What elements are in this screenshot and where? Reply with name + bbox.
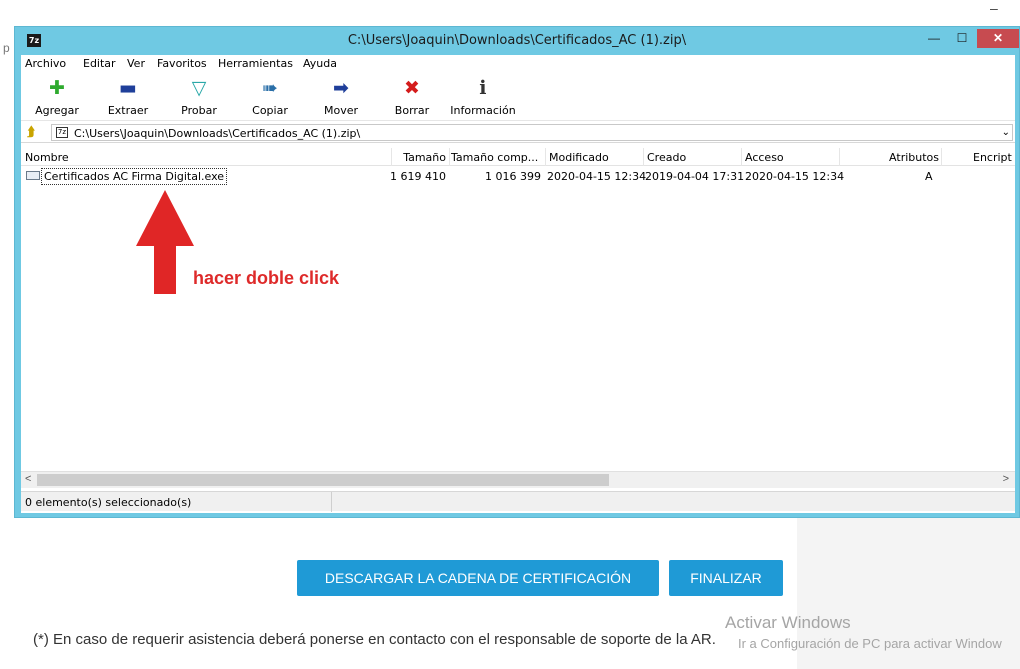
- status-text: 0 elemento(s) seleccionado(s): [25, 496, 192, 509]
- menu-bar: Archivo Editar Ver Favoritos Herramienta…: [21, 55, 1015, 73]
- horizontal-scrollbar[interactable]: < >: [21, 471, 1015, 488]
- info-icon: ℹ: [479, 77, 487, 99]
- close-icon[interactable]: ✕: [977, 29, 1019, 48]
- scroll-left-icon[interactable]: <: [25, 473, 31, 485]
- move-button[interactable]: ➡ Mover: [311, 77, 371, 117]
- column-divider[interactable]: [839, 148, 840, 166]
- test-label: Probar: [181, 104, 217, 117]
- download-chain-button[interactable]: DESCARGAR LA CADENA DE CERTIFICACIÓN: [297, 560, 659, 596]
- file-created: 2019-04-04 17:31: [645, 170, 745, 183]
- annotation-text: hacer doble click: [193, 268, 340, 288]
- menu-archivo[interactable]: Archivo: [25, 57, 66, 70]
- menu-herramientas[interactable]: Herramientas: [218, 57, 293, 70]
- file-size: 1 619 410: [390, 170, 446, 183]
- copy-button[interactable]: ➠ Copiar: [240, 77, 300, 117]
- background-minimize-icon: –: [990, 0, 998, 16]
- file-attributes: A: [925, 170, 933, 183]
- add-icon: ✚: [49, 77, 65, 99]
- file-name[interactable]: Certificados AC Firma Digital.exe: [41, 168, 228, 185]
- finish-button[interactable]: FINALIZAR: [669, 560, 783, 596]
- move-icon: ➡: [333, 77, 349, 99]
- column-divider[interactable]: [391, 148, 392, 166]
- chevron-down-icon[interactable]: ⌄: [1002, 127, 1010, 138]
- test-button[interactable]: ▽ Probar: [169, 77, 229, 117]
- delete-icon: ✖: [404, 77, 420, 99]
- column-nombre[interactable]: Nombre: [25, 151, 69, 164]
- column-header: Nombre Tamaño Tamaño comp... Modificado …: [21, 148, 1015, 166]
- annotation-arrow-icon: [136, 190, 194, 294]
- column-divider[interactable]: [741, 148, 742, 166]
- test-icon: ▽: [191, 77, 207, 99]
- delete-label: Borrar: [394, 104, 430, 117]
- copy-label: Copiar: [252, 104, 288, 117]
- activation-watermark-title: Activar Windows: [725, 613, 851, 632]
- file-modified: 2020-04-15 12:34: [547, 170, 647, 183]
- add-label: Agregar: [35, 104, 79, 117]
- extract-label: Extraer: [107, 104, 149, 117]
- executable-file-icon: [26, 171, 40, 180]
- address-path: C:\Users\Joaquin\Downloads\Certificados_…: [74, 127, 361, 140]
- column-divider[interactable]: [449, 148, 450, 166]
- menu-ayuda[interactable]: Ayuda: [303, 57, 337, 70]
- menu-favoritos[interactable]: Favoritos: [157, 57, 207, 70]
- copy-icon: ➠: [262, 77, 278, 99]
- window-title: C:\Users\Joaquin\Downloads\Certificados_…: [347, 33, 687, 48]
- column-divider[interactable]: [545, 148, 546, 166]
- column-encript[interactable]: Encript: [973, 151, 1012, 164]
- column-divider[interactable]: [643, 148, 644, 166]
- toolbar: ✚ Agregar ▬ Extraer ▽ Probar ➠ Copiar ➡ …: [21, 73, 1015, 121]
- delete-button[interactable]: ✖ Borrar: [382, 77, 442, 117]
- extract-icon: ▬: [119, 77, 137, 99]
- file-packed-size: 1 016 399: [485, 170, 541, 183]
- scroll-right-icon[interactable]: >: [1003, 473, 1009, 485]
- column-tamano-comp[interactable]: Tamaño comp...: [451, 151, 538, 164]
- archive-icon: 7z: [56, 127, 68, 138]
- address-field[interactable]: 7z C:\Users\Joaquin\Downloads\Certificad…: [51, 124, 1013, 141]
- status-divider: [331, 492, 332, 512]
- column-tamano[interactable]: Tamaño: [403, 151, 446, 164]
- column-acceso[interactable]: Acceso: [745, 151, 784, 164]
- info-button[interactable]: ℹ Información: [447, 77, 519, 117]
- menu-editar[interactable]: Editar: [83, 57, 116, 70]
- maximize-icon[interactable]: ☐: [949, 29, 975, 48]
- file-accessed: 2020-04-15 12:34: [745, 170, 845, 183]
- add-button[interactable]: ✚ Agregar: [27, 77, 87, 117]
- info-label: Información: [450, 104, 516, 117]
- move-label: Mover: [323, 104, 359, 117]
- extract-button[interactable]: ▬ Extraer: [98, 77, 158, 117]
- support-footnote: (*) En caso de requerir asistencia deber…: [33, 631, 716, 648]
- title-bar[interactable]: 7z C:\Users\Joaquin\Downloads\Certificad…: [15, 27, 1019, 55]
- address-bar: ⮭ 7z C:\Users\Joaquin\Downloads\Certific…: [21, 123, 1015, 143]
- activation-watermark-subtitle: Ir a Configuración de PC para activar Wi…: [738, 636, 1002, 651]
- background-edge-text: p: [3, 41, 10, 55]
- column-creado[interactable]: Creado: [647, 151, 686, 164]
- column-atributos[interactable]: Atributos: [889, 151, 939, 164]
- minimize-icon[interactable]: —: [921, 29, 947, 48]
- file-row[interactable]: Certificados AC Firma Digital.exe 1 619 …: [21, 167, 1015, 185]
- folder-up-icon[interactable]: ⮭: [27, 125, 35, 140]
- scroll-thumb[interactable]: [37, 474, 609, 486]
- menu-ver[interactable]: Ver: [127, 57, 145, 70]
- status-bar: 0 elemento(s) seleccionado(s): [21, 491, 1015, 512]
- column-modificado[interactable]: Modificado: [549, 151, 609, 164]
- column-divider[interactable]: [941, 148, 942, 166]
